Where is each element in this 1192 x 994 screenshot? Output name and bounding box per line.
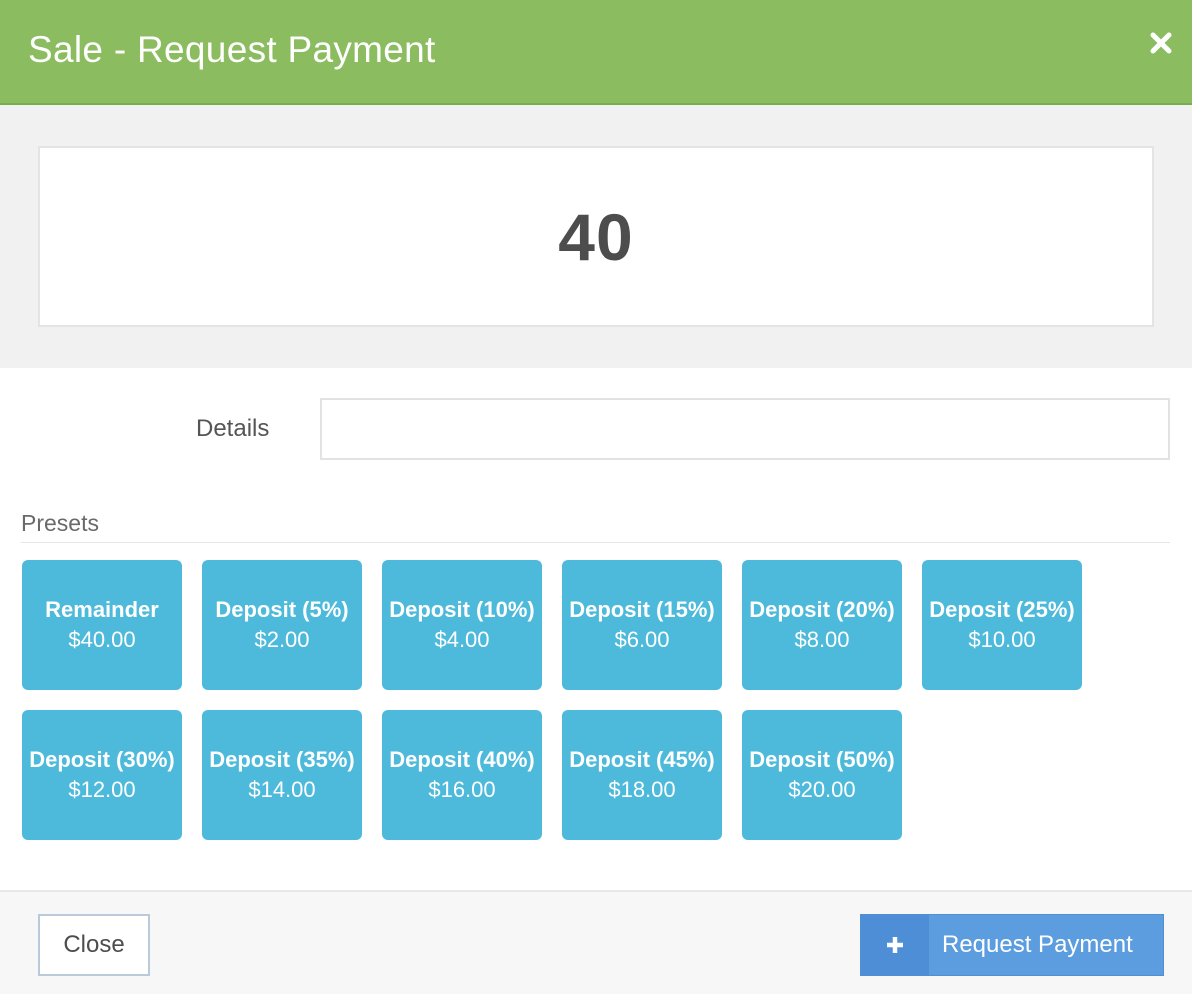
- preset-deposit-50-button[interactable]: Deposit (50%) $20.00: [742, 710, 902, 840]
- preset-amount: $4.00: [434, 627, 490, 652]
- preset-deposit-35-button[interactable]: Deposit (35%) $14.00: [202, 710, 362, 840]
- preset-deposit-15-button[interactable]: Deposit (15%) $6.00: [562, 560, 722, 690]
- presets-label: Presets: [21, 510, 99, 536]
- details-input[interactable]: [320, 398, 1170, 460]
- preset-remainder-button[interactable]: Remainder $40.00: [22, 560, 182, 690]
- preset-name: Deposit (45%): [569, 747, 715, 772]
- preset-deposit-25-button[interactable]: Deposit (25%) $10.00: [922, 560, 1082, 690]
- modal-header: Sale - Request Payment: [0, 0, 1192, 105]
- amount-section: 40: [0, 105, 1192, 368]
- preset-amount: $12.00: [68, 777, 136, 802]
- presets-divider: [21, 542, 1170, 543]
- close-x-icon[interactable]: [1148, 30, 1174, 56]
- modal-footer: Close Request Payment: [0, 890, 1192, 994]
- request-payment-label: Request Payment: [942, 931, 1133, 958]
- preset-amount: $40.00: [68, 627, 136, 652]
- preset-deposit-20-button[interactable]: Deposit (20%) $8.00: [742, 560, 902, 690]
- preset-amount: $14.00: [248, 777, 316, 802]
- preset-amount: $16.00: [428, 777, 496, 802]
- plus-icon: [861, 915, 929, 975]
- preset-name: Deposit (15%): [569, 597, 715, 622]
- close-button-label: Close: [63, 931, 125, 958]
- preset-deposit-10-button[interactable]: Deposit (10%) $4.00: [382, 560, 542, 690]
- modal-title: Sale - Request Payment: [28, 29, 436, 70]
- preset-name: Deposit (35%): [209, 747, 355, 772]
- preset-deposit-45-button[interactable]: Deposit (45%) $18.00: [562, 710, 722, 840]
- preset-name: Deposit (40%): [389, 747, 535, 772]
- preset-amount: $8.00: [794, 627, 850, 652]
- preset-amount: $18.00: [608, 777, 676, 802]
- amount-value: 40: [558, 199, 634, 274]
- preset-name: Remainder: [45, 597, 159, 622]
- preset-deposit-30-button[interactable]: Deposit (30%) $12.00: [22, 710, 182, 840]
- close-button[interactable]: Close: [38, 914, 150, 976]
- preset-amount: $20.00: [788, 777, 856, 802]
- preset-name: Deposit (5%): [215, 597, 349, 622]
- preset-name: Deposit (20%): [749, 597, 895, 622]
- preset-amount: $2.00: [254, 627, 310, 652]
- preset-deposit-5-button[interactable]: Deposit (5%) $2.00: [202, 560, 362, 690]
- preset-name: Deposit (10%): [389, 597, 535, 622]
- request-payment-button[interactable]: Request Payment: [860, 914, 1164, 976]
- preset-deposit-40-button[interactable]: Deposit (40%) $16.00: [382, 710, 542, 840]
- preset-amount: $6.00: [614, 627, 670, 652]
- preset-name: Deposit (50%): [749, 747, 895, 772]
- preset-amount: $10.00: [968, 627, 1036, 652]
- preset-name: Deposit (30%): [29, 747, 175, 772]
- details-label: Details: [196, 415, 270, 442]
- preset-name: Deposit (25%): [929, 597, 1075, 622]
- amount-display: 40: [38, 146, 1154, 327]
